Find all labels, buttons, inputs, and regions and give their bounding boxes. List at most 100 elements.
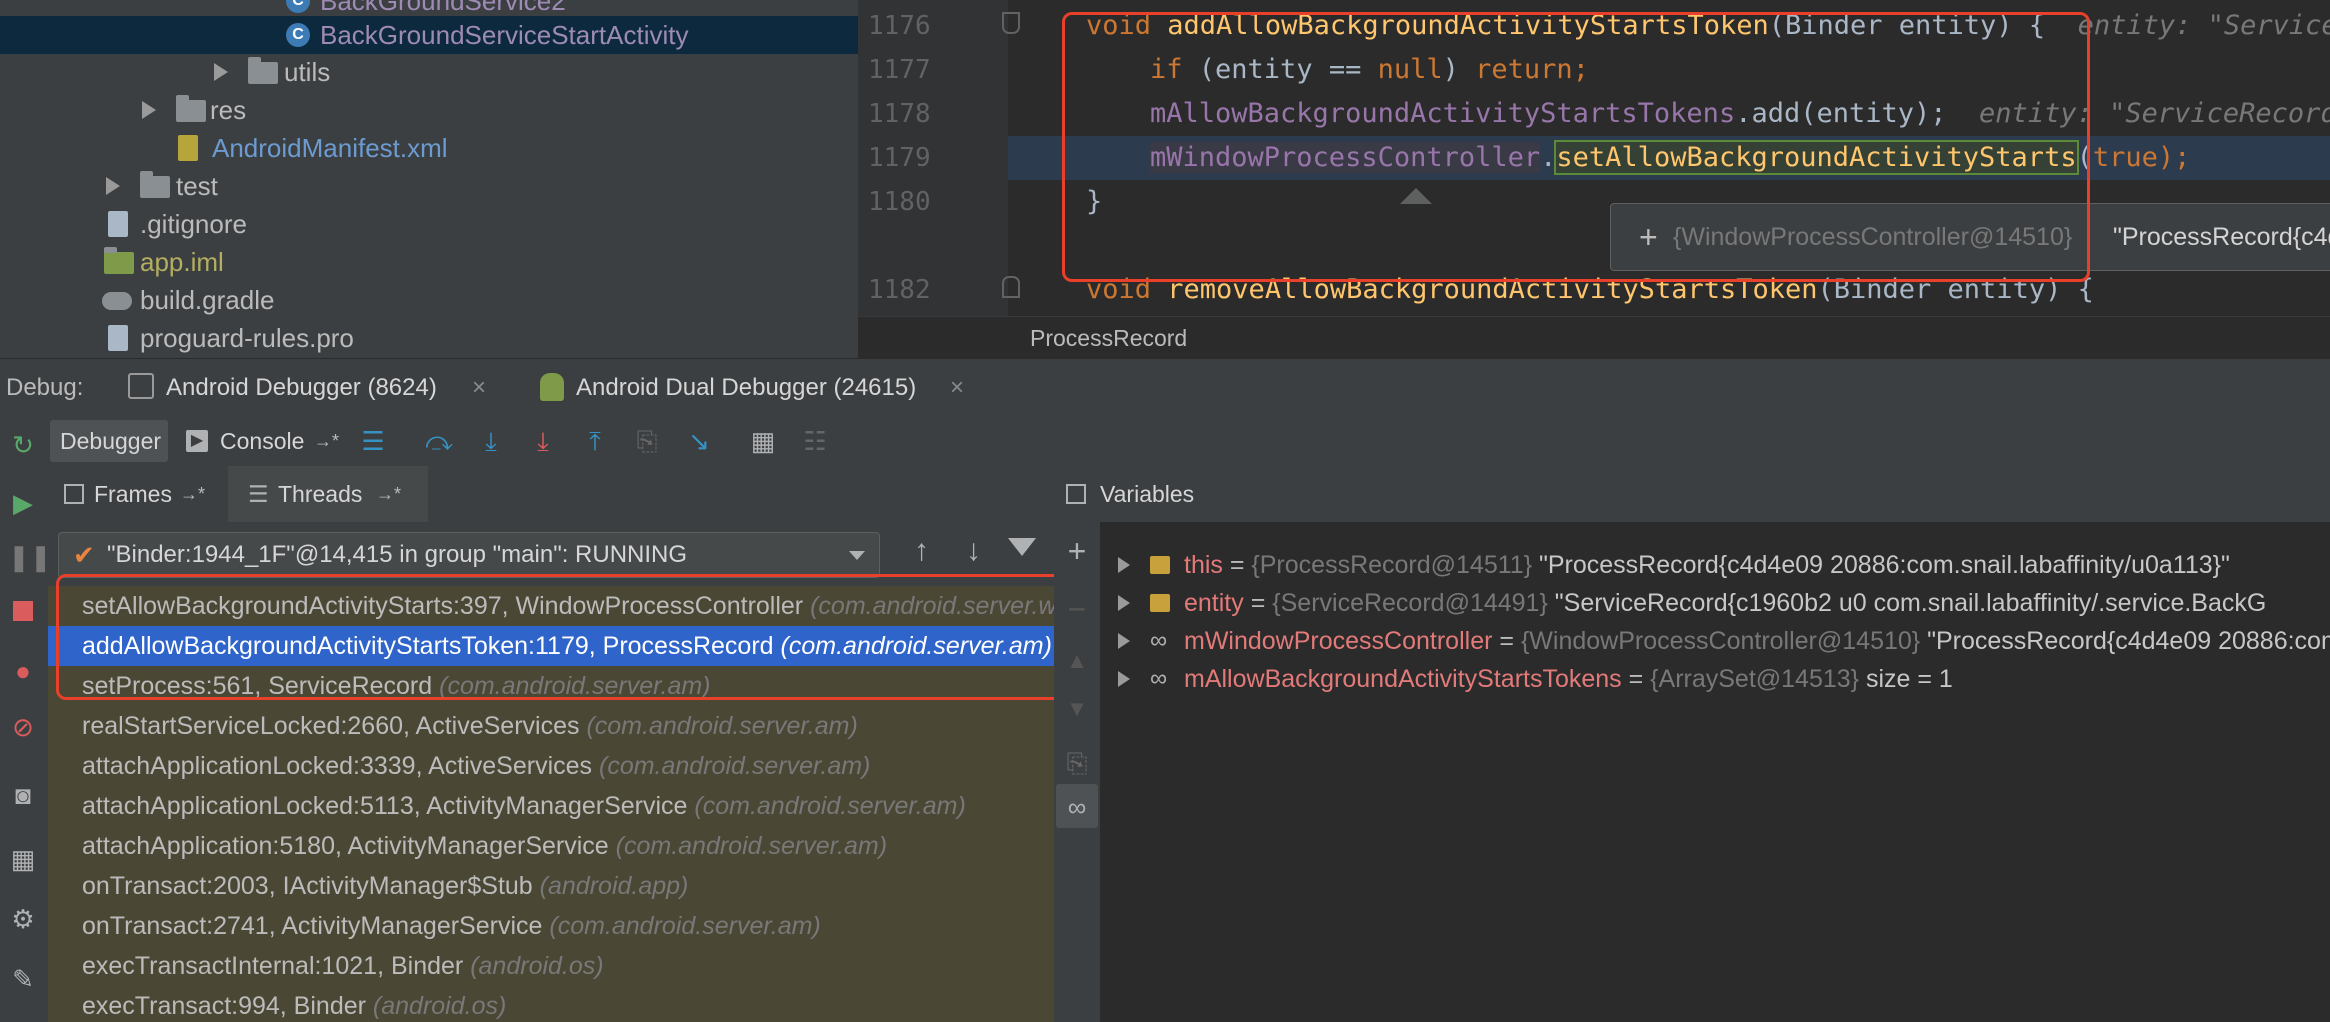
variables-title: Variables [1100, 481, 1195, 507]
frame-package: (com.android.server.am) [586, 712, 858, 740]
tree-item[interactable]: proguard-rules.pro [0, 319, 858, 357]
expand-arrow-icon[interactable] [1118, 633, 1130, 649]
variables-list[interactable]: this = {ProcessRecord@14511} "ProcessRec… [1100, 522, 2330, 1022]
view-breakpoints-icon[interactable]: ● [8, 656, 38, 686]
tab-debugger[interactable]: Debugger [60, 416, 161, 466]
expand-arrow-icon[interactable] [106, 177, 120, 195]
breadcrumb-item[interactable]: ProcessRecord [1030, 317, 1187, 358]
expand-arrow-icon[interactable] [214, 63, 228, 81]
tree-item[interactable]: utils [0, 53, 858, 91]
code-editor[interactable]: 1176 1177 1178 1179 1180 1182 void addAl… [858, 0, 2330, 358]
console-icon: ▶ [186, 430, 208, 452]
stop-icon[interactable] [8, 596, 38, 626]
variable-row[interactable]: ∞ mAllowBackgroundActivityStartsTokens =… [1100, 660, 2330, 698]
variable-row[interactable]: this = {ProcessRecord@14511} "ProcessRec… [1100, 546, 2330, 584]
tab-android-debugger[interactable]: Android Debugger (8624) [166, 359, 437, 417]
mute-breakpoints-icon[interactable]: ⊘ [8, 712, 38, 742]
breadcrumb[interactable]: ProcessRecord [858, 316, 2330, 358]
tree-item[interactable]: .gitignore [0, 205, 858, 243]
next-frame-icon[interactable]: ↓ [966, 534, 981, 568]
folder-icon [140, 171, 170, 198]
variables-header: Variables [1054, 466, 2330, 523]
highlight-box-code [1062, 12, 2090, 282]
frame-row[interactable]: execTransactInternal:1021, Binder (andro… [48, 946, 1054, 986]
variable-row[interactable]: ∞ mWindowProcessController = {WindowProc… [1100, 622, 2330, 660]
show-execution-point-icon[interactable]: ☰ [358, 426, 388, 456]
frame-method: attachApplicationLocked:5113, ActivityMa… [82, 792, 688, 820]
tree-item-selected[interactable]: C BackGroundServiceStartActivity [0, 16, 858, 54]
move-down-icon[interactable]: ▼ [1062, 694, 1092, 724]
tree-item[interactable]: AndroidManifest.xml [0, 129, 858, 167]
expand-arrow-icon[interactable] [1118, 595, 1130, 611]
line-number: 1182 [868, 275, 931, 305]
copy-icon[interactable]: ⎘ [1062, 748, 1092, 778]
tree-item-label: res [210, 95, 247, 125]
expand-arrow-icon[interactable] [1118, 557, 1130, 573]
variable-ref: {ArraySet@14513} [1650, 665, 1860, 693]
frame-row[interactable]: attachApplicationLocked:3339, ActiveServ… [48, 746, 1054, 786]
step-into-icon[interactable]: ⤓ [476, 426, 506, 456]
layout-icon[interactable]: ▦ [8, 844, 38, 874]
force-step-into-icon[interactable]: ⤓ [528, 426, 558, 456]
line-number: 1177 [868, 55, 931, 85]
frame-row[interactable]: realStartServiceLocked:2660, ActiveServi… [48, 706, 1054, 746]
variable-equals: = [1621, 665, 1651, 693]
close-icon[interactable]: × [472, 359, 486, 417]
fold-icon[interactable] [1002, 276, 1020, 298]
line-number: 1178 [868, 99, 931, 129]
manifest-icon [178, 135, 198, 161]
previous-frame-icon[interactable]: ↑ [914, 534, 929, 568]
camera-icon[interactable]: ◙ [8, 780, 38, 810]
frame-package: (com.android.server.am) [694, 792, 966, 820]
resume-icon[interactable]: ▶ [8, 488, 38, 518]
step-over-icon[interactable]: ⤼ [424, 426, 454, 456]
frames-pin-icon[interactable]: →* [180, 466, 205, 522]
frames-tab[interactable]: Frames [94, 466, 172, 522]
tab-android-dual-debugger[interactable]: Android Dual Debugger (24615) [576, 359, 916, 417]
pin-icon[interactable]: ✎ [8, 964, 38, 994]
tree-item[interactable]: app.iml [0, 243, 858, 281]
variable-value: size = 1 [1859, 665, 1953, 693]
thread-dropdown[interactable]: ✔ "Binder:1944_1F"@14,415 in group "main… [58, 532, 880, 578]
evaluate-expression-icon[interactable]: ▦ [748, 426, 778, 456]
settings-icon[interactable]: ⚙ [8, 904, 38, 934]
frame-row[interactable]: onTransact:2741, ActivityManagerService … [48, 906, 1054, 946]
chevron-down-icon [849, 551, 865, 560]
trace-icon[interactable]: ☷ [800, 426, 830, 456]
tab-console[interactable]: Console [220, 416, 304, 466]
frame-row[interactable]: attachApplication:5180, ActivityManagerS… [48, 826, 1054, 866]
threads-pin-icon[interactable]: →* [376, 466, 401, 522]
frame-row[interactable]: attachApplicationLocked:5113, ActivityMa… [48, 786, 1054, 826]
run-to-cursor-icon[interactable]: ↘ [684, 426, 714, 456]
expand-arrow-icon[interactable] [1118, 671, 1130, 687]
variable-value: "ServiceRecord{c1960b2 u0 com.snail.laba… [1547, 589, 2267, 617]
tree-item-label: AndroidManifest.xml [212, 133, 448, 163]
file-icon [108, 211, 128, 237]
close-icon[interactable]: × [950, 359, 964, 417]
expand-arrow-icon[interactable] [142, 101, 156, 119]
drop-frame-icon[interactable]: ⎘ [632, 426, 662, 456]
threads-tab[interactable]: Threads [278, 466, 362, 522]
rerun-icon[interactable]: ↻ [8, 430, 38, 460]
add-watch-icon[interactable]: + [1062, 535, 1092, 567]
move-up-icon[interactable]: ▲ [1062, 646, 1092, 676]
frame-row[interactable]: execTransact:994, Binder (android.os) [48, 986, 1054, 1022]
variable-equals: = [1243, 589, 1273, 617]
variable-row[interactable]: entity = {ServiceRecord@14491} "ServiceR… [1100, 584, 2330, 622]
tree-item-label: utils [284, 57, 331, 87]
pause-icon[interactable]: ❚❚ [8, 542, 52, 572]
filter-icon[interactable] [1008, 538, 1036, 556]
frame-row[interactable]: onTransact:2003, IActivityManager$Stub (… [48, 866, 1054, 906]
glasses-icon[interactable]: ∞ [1062, 792, 1092, 822]
thread-dropdown-value: "Binder:1944_1F"@14,415 in group "main":… [107, 541, 688, 568]
fold-icon[interactable] [1002, 12, 1020, 34]
step-out-icon[interactable]: ⤒ [580, 426, 610, 456]
tree-item[interactable]: build.gradle [0, 281, 858, 319]
frames-header: Frames →* ☰ Threads →* [48, 466, 1054, 523]
tree-item[interactable]: test [0, 167, 858, 205]
console-pin-icon[interactable]: →* [314, 416, 339, 466]
remove-watch-icon[interactable]: − [1062, 593, 1092, 625]
line-number: 1180 [868, 187, 931, 217]
folder-icon [176, 95, 206, 122]
tree-item[interactable]: res [0, 91, 858, 129]
